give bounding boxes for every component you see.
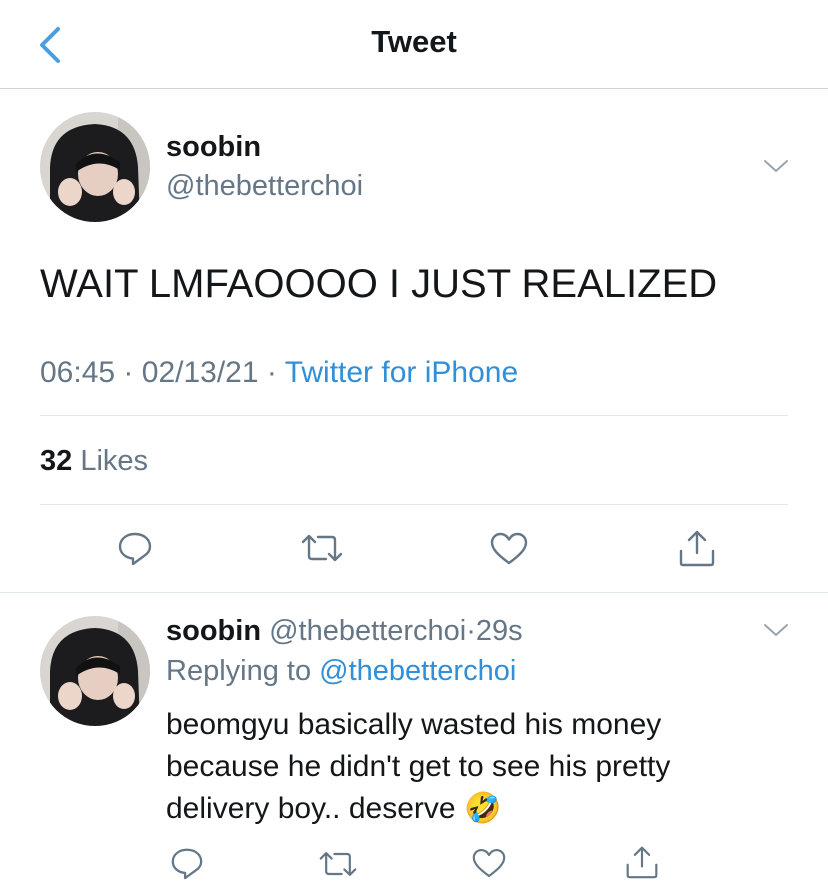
author-handle[interactable]: @thebetterchoi: [269, 615, 466, 647]
rofl-emoji: 🤣: [463, 792, 502, 825]
likes-count: 32: [40, 445, 73, 477]
author-handle[interactable]: @thebetterchoi: [166, 170, 363, 203]
tweet-date: 02/13/21: [141, 356, 259, 389]
reply-icon[interactable]: [170, 846, 204, 880]
reply-text: beomgyu basically wasted his money becau…: [166, 704, 756, 830]
author-name[interactable]: soobin: [166, 615, 261, 647]
meta-separator: ·: [266, 356, 277, 389]
divider: [40, 504, 788, 505]
reply-text-body: beomgyu basically wasted his money becau…: [166, 708, 671, 825]
divider: [0, 592, 828, 593]
avatar[interactable]: [40, 616, 150, 726]
replying-to-handle[interactable]: @thebetterchoi: [319, 655, 516, 687]
like-icon[interactable]: [472, 848, 506, 879]
replying-to-label: Replying to: [166, 655, 312, 687]
tweet-age: 29s: [475, 615, 523, 647]
divider: [40, 415, 788, 416]
likes-stat[interactable]: 32 Likes: [40, 445, 148, 478]
tweet-time: 06:45: [40, 356, 116, 389]
like-icon[interactable]: [490, 532, 528, 566]
top-bar: Tweet: [0, 0, 828, 89]
likes-label: Likes: [80, 445, 149, 477]
tweet-source-link[interactable]: Twitter for iPhone: [285, 356, 518, 389]
chevron-down-icon[interactable]: [763, 158, 789, 174]
replying-to: Replying to @thebetterchoi: [166, 655, 516, 688]
reply-header: soobin @thebetterchoi·29s: [166, 615, 523, 648]
author-name[interactable]: soobin: [166, 131, 261, 164]
avatar[interactable]: [40, 112, 150, 222]
retweet-icon[interactable]: [318, 851, 358, 877]
tweet-text: WAIT LMFAOOOO I JUST REALIZED: [40, 262, 718, 306]
chevron-down-icon[interactable]: [763, 622, 789, 638]
reply-icon[interactable]: [117, 530, 153, 566]
share-icon[interactable]: [678, 529, 716, 567]
meta-separator: ·: [123, 356, 134, 389]
page-title: Tweet: [371, 24, 457, 59]
retweet-icon[interactable]: [300, 534, 344, 562]
share-icon[interactable]: [625, 845, 659, 879]
meta-separator: ·: [466, 615, 476, 647]
tweet-meta: 06:45 · 02/13/21 · Twitter for iPhone: [40, 356, 518, 390]
